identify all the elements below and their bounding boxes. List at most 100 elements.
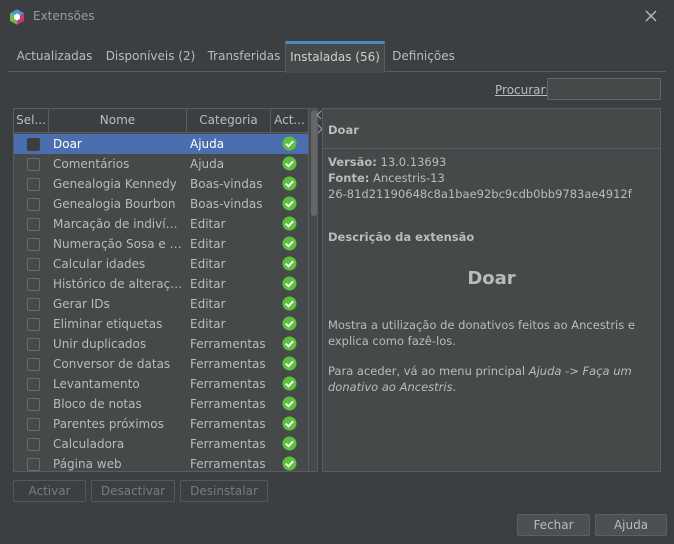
plugin-name: Calculadora bbox=[53, 437, 125, 451]
tab-available[interactable]: Disponíveis (2) bbox=[100, 41, 201, 72]
select-checkbox[interactable] bbox=[27, 198, 40, 211]
plugin-category: Ferramentas bbox=[190, 357, 266, 371]
plugin-category: Ferramentas bbox=[190, 397, 266, 411]
instructions-suffix: . bbox=[452, 380, 457, 394]
active-check-icon bbox=[282, 456, 297, 471]
select-checkbox[interactable] bbox=[27, 258, 40, 271]
tab-downloaded[interactable]: Transferidas bbox=[203, 41, 285, 72]
plugin-title: Doar bbox=[467, 268, 516, 289]
select-checkbox[interactable] bbox=[27, 238, 40, 251]
table-row[interactable]: Numeração Sosa e d'A... Editar bbox=[14, 234, 308, 254]
plugin-name: Bloco de notas bbox=[53, 397, 142, 411]
tab-installed[interactable]: Instaladas (56) bbox=[285, 41, 385, 73]
active-check-icon bbox=[282, 316, 297, 331]
table-row[interactable]: Levantamento Ferramentas bbox=[14, 374, 308, 394]
version-value: 13.0.13693 bbox=[380, 155, 447, 169]
table-row[interactable]: Calculadora Ferramentas bbox=[14, 434, 308, 454]
tab-bar: Actualizadas Disponíveis (2) Transferida… bbox=[8, 41, 666, 73]
close-button[interactable]: Fechar bbox=[517, 514, 590, 536]
source-label: Fonte: bbox=[328, 171, 370, 185]
active-check-icon bbox=[282, 396, 297, 411]
plugin-category: Editar bbox=[190, 257, 226, 271]
plugin-category: Editar bbox=[190, 297, 226, 311]
select-checkbox[interactable] bbox=[27, 438, 40, 451]
plugin-category: Boas-vindas bbox=[190, 177, 263, 191]
select-checkbox[interactable] bbox=[27, 158, 40, 171]
plugin-category: Ferramentas bbox=[190, 377, 266, 391]
select-checkbox[interactable] bbox=[27, 278, 40, 291]
select-checkbox[interactable] bbox=[27, 398, 40, 411]
plugin-category: Editar bbox=[190, 317, 226, 331]
table-row[interactable]: Genealogia Kennedy Boas-vindas bbox=[14, 174, 308, 194]
table-row[interactable]: Bloco de notas Ferramentas bbox=[14, 394, 308, 414]
plugin-name: Parentes próximos bbox=[53, 417, 164, 431]
plugin-name: Página web bbox=[53, 457, 122, 471]
table-row[interactable]: Conversor de datas Ferramentas bbox=[14, 354, 308, 374]
help-button[interactable]: Ajuda bbox=[595, 514, 667, 536]
plugin-category: Editar bbox=[190, 237, 226, 251]
deactivate-button[interactable]: Desactivar bbox=[91, 480, 175, 502]
select-checkbox[interactable] bbox=[27, 218, 40, 231]
column-header-select[interactable]: Sel... bbox=[14, 109, 49, 133]
window-title: Extensões bbox=[33, 9, 95, 23]
select-checkbox[interactable] bbox=[27, 338, 40, 351]
active-check-icon bbox=[282, 276, 297, 291]
select-checkbox[interactable] bbox=[27, 458, 40, 471]
table-row[interactable]: Marcação de indivíduo... Editar bbox=[14, 214, 308, 234]
table-row[interactable]: Doar Ajuda bbox=[14, 134, 308, 154]
active-check-icon bbox=[282, 336, 297, 351]
search-input[interactable] bbox=[547, 78, 661, 100]
column-header-name[interactable]: Nome bbox=[49, 109, 187, 133]
select-checkbox[interactable] bbox=[27, 378, 40, 391]
plugins-table: Sel... Nome Categoria Act... Doar Ajuda Co… bbox=[13, 108, 318, 472]
table-row[interactable]: Unir duplicados Ferramentas bbox=[14, 334, 308, 354]
tab-updated[interactable]: Actualizadas bbox=[12, 41, 97, 72]
plugin-category: Ferramentas bbox=[190, 337, 266, 351]
close-window-button[interactable] bbox=[640, 5, 662, 27]
plugin-name: Numeração Sosa e d'A... bbox=[53, 237, 183, 251]
plugin-name: Genealogia Bourbon bbox=[53, 197, 176, 211]
select-checkbox[interactable] bbox=[27, 318, 40, 331]
column-header-category[interactable]: Categoria bbox=[187, 109, 271, 133]
source-value: Ancestris-13 bbox=[373, 171, 445, 185]
table-row[interactable]: Histórico de alterações Editar bbox=[14, 274, 308, 294]
table-row[interactable]: Eliminar etiquetas Editar bbox=[14, 314, 308, 334]
activate-button[interactable]: Activar bbox=[13, 480, 86, 502]
table-row[interactable]: Gerar IDs Editar bbox=[14, 294, 308, 314]
table-row[interactable]: Parentes próximos Ferramentas bbox=[14, 414, 308, 434]
description-paragraph: Mostra a utilização de donativos feitos … bbox=[328, 318, 635, 348]
title-bar: Extensões bbox=[0, 0, 674, 34]
select-checkbox[interactable] bbox=[27, 178, 40, 191]
table-header: Sel... Nome Categoria Act... bbox=[14, 109, 308, 133]
select-checkbox[interactable] bbox=[27, 298, 40, 311]
plugin-name: Marcação de indivíduo... bbox=[53, 217, 183, 231]
table-row[interactable]: Genealogia Bourbon Boas-vindas bbox=[14, 194, 308, 214]
details-header-title: Doar bbox=[328, 123, 359, 137]
tab-settings[interactable]: Definições bbox=[386, 41, 461, 72]
details-panel: Doar Versão: 13.0.13693 Fonte: Ancestris… bbox=[322, 108, 661, 472]
plugin-name: Doar bbox=[53, 137, 82, 151]
instructions-paragraph: Para aceder, vá ao menu principal Ajuda … bbox=[328, 363, 656, 395]
select-checkbox[interactable] bbox=[27, 418, 40, 431]
table-scrollbar[interactable] bbox=[308, 109, 317, 471]
build-hash: 26-81d21190648c8a1bae92bc9cdb0bb9783ae49… bbox=[328, 187, 632, 201]
plugin-category: Ferramentas bbox=[190, 437, 266, 451]
plugin-category: Ajuda bbox=[190, 157, 225, 171]
plugin-category: Boas-vindas bbox=[190, 197, 263, 211]
table-row[interactable]: Comentários Ajuda bbox=[14, 154, 308, 174]
plugin-name: Unir duplicados bbox=[53, 337, 147, 351]
active-check-icon bbox=[282, 296, 297, 311]
active-check-icon bbox=[282, 256, 297, 271]
select-checkbox[interactable] bbox=[27, 138, 40, 151]
table-row[interactable]: Calcular idades Editar bbox=[14, 254, 308, 274]
select-checkbox[interactable] bbox=[27, 358, 40, 371]
column-header-active[interactable]: Act... bbox=[271, 109, 308, 133]
plugin-name: Conversor de datas bbox=[53, 357, 171, 371]
plugin-category: Editar bbox=[190, 277, 226, 291]
table-row[interactable]: Página web Ferramentas bbox=[14, 454, 308, 471]
active-check-icon bbox=[282, 356, 297, 371]
plugin-category: Ferramentas bbox=[190, 457, 266, 471]
active-check-icon bbox=[282, 196, 297, 211]
active-check-icon bbox=[282, 136, 297, 151]
uninstall-button[interactable]: Desinstalar bbox=[180, 480, 268, 502]
